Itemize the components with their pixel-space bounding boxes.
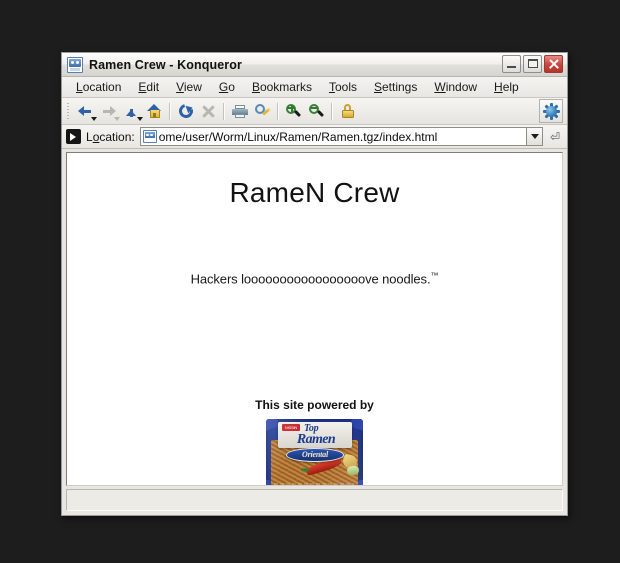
back-arrow-icon [78,105,93,118]
stop-icon [202,104,215,118]
menu-view-label-rest: iew [183,80,202,94]
main-toolbar [62,98,567,125]
menu-settings-label-rest: ettings [382,80,418,94]
printer-icon [231,104,248,118]
window-title: Ramen Crew - Konqueror [89,57,242,72]
top-ramen-package-image: NISSIN Top Ramen Oriental [266,419,363,485]
location-input[interactable]: ome/user/Worm/Linux/Ramen/Ramen.tgz/inde… [139,127,526,146]
menu-help-label-rest: elp [502,80,519,94]
brand-ramen-word: Ramen [296,432,336,448]
menu-view[interactable]: View [168,78,211,96]
konqueror-window: Ramen Crew - Konqueror Location Edit Vie… [61,52,568,516]
menu-location[interactable]: Location [68,78,130,96]
zoom-out-button[interactable] [305,100,328,122]
menu-edit[interactable]: Edit [130,78,168,96]
brand-panel: NISSIN Top Ramen [278,422,352,449]
viewport-container: RameN Crew Hackers looooooooooooooooove … [62,149,567,486]
toolbar-separator [277,102,279,120]
menu-help[interactable]: Help [486,78,528,96]
menubar: Location Edit View Go Bookmarks Tools Se… [62,77,567,98]
status-bar [66,489,563,511]
menu-location-label-rest: ocation [82,80,122,94]
find-button[interactable] [251,100,274,122]
forward-button[interactable] [97,100,120,122]
menu-go-label-rest: o [228,80,235,94]
toolbar-separator [331,102,333,120]
security-button[interactable] [336,100,359,122]
up-arrow-icon [124,105,139,118]
clear-location-icon[interactable] [66,129,81,144]
reload-button[interactable] [174,100,197,122]
window-controls [502,55,563,73]
page-viewport[interactable]: RameN Crew Hackers looooooooooooooooove … [66,152,563,486]
menu-settings[interactable]: Settings [366,78,426,96]
menu-edit-label-rest: dit [146,80,160,94]
nissin-logo: NISSIN [282,424,300,432]
menu-window-label-rest: indow [445,80,478,94]
powered-by-label: This site powered by [255,398,374,413]
menu-bookmarks-label-rest: ookmarks [259,80,312,94]
menu-tools[interactable]: Tools [321,78,366,96]
location-toolbar: Location: ome/user/Worm/Linux/Ramen/Rame… [62,125,567,149]
zoom-in-button[interactable] [282,100,305,122]
menu-go[interactable]: Go [211,78,244,96]
stop-button[interactable] [197,100,220,122]
trademark-symbol: ™ [430,271,439,280]
reload-icon [175,101,196,121]
konqueror-gear-icon [542,102,560,120]
konqueror-window-icon [67,56,83,73]
home-button[interactable] [143,100,166,122]
home-icon [147,104,162,118]
up-button[interactable] [120,100,143,122]
location-dropdown-button[interactable] [526,127,543,146]
konqueror-throbber[interactable] [539,99,563,123]
location-input-value: ome/user/Worm/Linux/Ramen/Ramen.tgz/inde… [158,129,438,144]
menu-window[interactable]: Window [426,78,486,96]
menu-tools-label-rest: ools [334,80,357,94]
package-fine-print [274,483,354,485]
page-title: RameN Crew [229,177,400,208]
page-tagline-text: Hackers looooooooooooooooove noodles. [190,271,431,287]
zoom-out-magnifier-icon [308,103,325,119]
toolbar-grip[interactable] [66,101,71,121]
flavor-label: Oriental [302,450,328,460]
desktop-background: Ramen Crew - Konqueror Location Edit Vie… [0,0,620,563]
powered-by-block: This site powered by NISSIN Top Ramen Or… [67,398,562,485]
toolbar-separator [169,102,171,120]
page-tagline: Hackers looooooooooooooooove noodles.™ [67,271,562,286]
padlock-icon [341,104,354,118]
location-label: Location: [86,129,135,144]
go-enter-icon[interactable]: ⏎ [546,127,564,147]
back-button[interactable] [74,100,97,122]
forward-arrow-icon [101,105,116,118]
find-magnifier-icon [254,103,271,119]
print-button[interactable] [228,100,251,122]
minimize-button[interactable] [502,55,521,73]
close-button[interactable] [544,55,563,73]
zoom-in-magnifier-icon [285,103,302,119]
maximize-button[interactable] [523,55,542,73]
page-favicon-icon [142,130,157,143]
window-titlebar[interactable]: Ramen Crew - Konqueror [62,53,567,77]
toolbar-separator [223,102,225,120]
menu-bookmarks[interactable]: Bookmarks [244,78,321,96]
